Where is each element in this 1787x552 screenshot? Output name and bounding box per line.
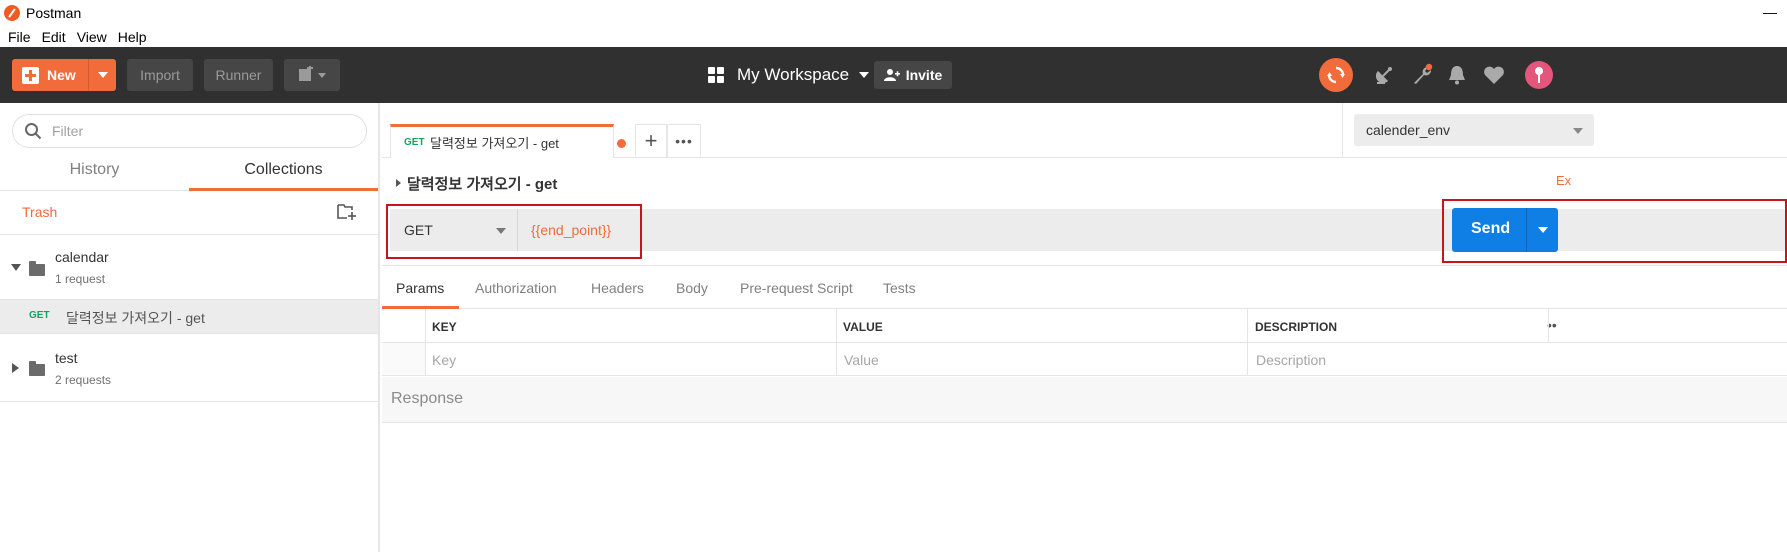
- tab-pre-request-script[interactable]: Pre-request Script: [740, 280, 853, 296]
- runner-button[interactable]: Runner: [204, 59, 273, 91]
- menu-file[interactable]: File: [8, 29, 31, 45]
- new-dropdown-button[interactable]: [88, 59, 116, 91]
- highlight-box-url: [386, 204, 642, 259]
- tab-history[interactable]: History: [0, 153, 189, 191]
- import-button[interactable]: Import: [127, 59, 193, 91]
- tab-body[interactable]: Body: [676, 280, 708, 296]
- workspace-selector[interactable]: My Workspace: [708, 59, 870, 91]
- chevron-down-icon: [11, 264, 21, 271]
- menu-view[interactable]: View: [77, 29, 107, 45]
- column-key: KEY: [432, 320, 457, 334]
- highlight-box-send: [1442, 199, 1787, 263]
- method-badge: GET: [404, 137, 425, 148]
- collection-name: test: [55, 350, 78, 366]
- sidebar: Filter History Collections Trash calenda…: [0, 103, 380, 552]
- avatar[interactable]: [1525, 61, 1553, 89]
- request-sub-tabs: Params Authorization Headers Body Pre-re…: [382, 265, 1787, 309]
- collection-calendar[interactable]: calendar 1 request: [0, 235, 378, 300]
- method-badge: GET: [29, 310, 50, 321]
- main-panel: GET 달력정보 가져오기 - get + ••• calender_env 달…: [382, 103, 1787, 552]
- environment-area: calender_env: [1342, 103, 1787, 158]
- collection-count: 2 requests: [55, 373, 112, 387]
- invite-label: Invite: [905, 67, 943, 83]
- request-title-text: 달력정보 가져오기 - get: [407, 176, 558, 193]
- sidebar-tabs: History Collections: [0, 153, 378, 191]
- add-tab-button[interactable]: +: [635, 124, 667, 158]
- bell-icon[interactable]: [1445, 63, 1469, 87]
- chevron-right-icon: [12, 363, 19, 373]
- heart-icon[interactable]: [1482, 63, 1506, 87]
- column-divider: [1247, 309, 1248, 376]
- new-collection-icon[interactable]: [337, 203, 357, 221]
- sync-button[interactable]: [1319, 58, 1353, 92]
- params-header-row: KEY VALUE DESCRIPTION ••: [382, 309, 1787, 343]
- request-tab-name: 달력정보 가져오기 - get: [430, 136, 559, 151]
- examples-link[interactable]: Ex: [1556, 173, 1571, 188]
- trash-row: Trash: [0, 191, 378, 235]
- more-options-icon[interactable]: •••: [667, 124, 701, 158]
- filter-placeholder: Filter: [52, 123, 84, 139]
- column-divider: [836, 309, 837, 376]
- new-button-label: New: [47, 67, 76, 83]
- chevron-down-icon: [1573, 128, 1583, 134]
- folder-icon: [29, 361, 45, 376]
- menu-edit[interactable]: Edit: [42, 29, 66, 45]
- key-input[interactable]: Key: [432, 352, 456, 368]
- user-avatar-icon: [1535, 67, 1543, 83]
- add-user-icon: [883, 69, 900, 81]
- response-label: Response: [391, 390, 464, 407]
- new-window-icon: [299, 66, 326, 81]
- tab-headers[interactable]: Headers: [591, 280, 644, 296]
- title-bar: Postman —: [0, 0, 1787, 26]
- sync-icon: [1327, 66, 1345, 84]
- new-window-button[interactable]: [284, 59, 340, 91]
- invite-button[interactable]: Invite: [874, 61, 952, 89]
- new-button[interactable]: New: [12, 59, 116, 91]
- tab-collections[interactable]: Collections: [189, 153, 378, 191]
- column-description: DESCRIPTION: [1255, 320, 1338, 334]
- search-icon: [25, 123, 42, 140]
- app-header: New Import Runner My Workspace Invite: [0, 47, 1787, 103]
- tab-tests[interactable]: Tests: [883, 280, 916, 296]
- trash-link[interactable]: Trash: [22, 204, 57, 220]
- folder-icon: [29, 261, 45, 276]
- chevron-down-icon: [859, 72, 870, 78]
- column-value: VALUE: [843, 320, 883, 334]
- menu-help[interactable]: Help: [118, 29, 147, 45]
- params-table: KEY VALUE DESCRIPTION •• Key Value Descr…: [382, 309, 1787, 377]
- window-title: Postman: [26, 5, 82, 21]
- params-row: Key Value Description: [382, 343, 1787, 376]
- request-title[interactable]: 달력정보 가져오기 - get: [396, 173, 557, 194]
- collection-name: calendar: [55, 249, 109, 265]
- column-divider: [1548, 309, 1549, 343]
- environment-select[interactable]: calender_env: [1354, 114, 1594, 146]
- chevron-down-icon: [97, 72, 108, 78]
- tab-params[interactable]: Params: [396, 280, 444, 296]
- request-tab-bar: GET 달력정보 가져오기 - get + •••: [382, 103, 1342, 158]
- tab-authorization[interactable]: Authorization: [475, 280, 557, 296]
- workspace-grid-icon: [708, 67, 724, 83]
- postman-logo-icon: [4, 5, 20, 21]
- plus-icon: [22, 66, 39, 84]
- sidebar-request-item[interactable]: GET 달력정보 가져오기 - get: [0, 300, 378, 334]
- chevron-right-icon: [396, 179, 401, 187]
- response-section: Response: [382, 377, 1787, 423]
- collection-test[interactable]: test 2 requests: [0, 334, 378, 402]
- satellite-icon[interactable]: [1373, 63, 1397, 87]
- wrench-settings-icon[interactable]: [1410, 63, 1434, 87]
- workspace-label: My Workspace: [737, 65, 850, 84]
- minimize-button[interactable]: —: [1763, 4, 1777, 20]
- unsaved-dot-icon: [617, 139, 626, 148]
- value-input[interactable]: Value: [844, 352, 879, 368]
- column-divider: [425, 309, 426, 376]
- request-tab[interactable]: GET 달력정보 가져오기 - get: [390, 124, 626, 158]
- request-name: 달력정보 가져오기 - get: [66, 310, 205, 326]
- filter-input[interactable]: Filter: [12, 114, 367, 148]
- menu-bar: File Edit View Help: [0, 26, 1787, 47]
- collection-count: 1 request: [55, 272, 106, 286]
- description-input[interactable]: Description: [1256, 352, 1326, 368]
